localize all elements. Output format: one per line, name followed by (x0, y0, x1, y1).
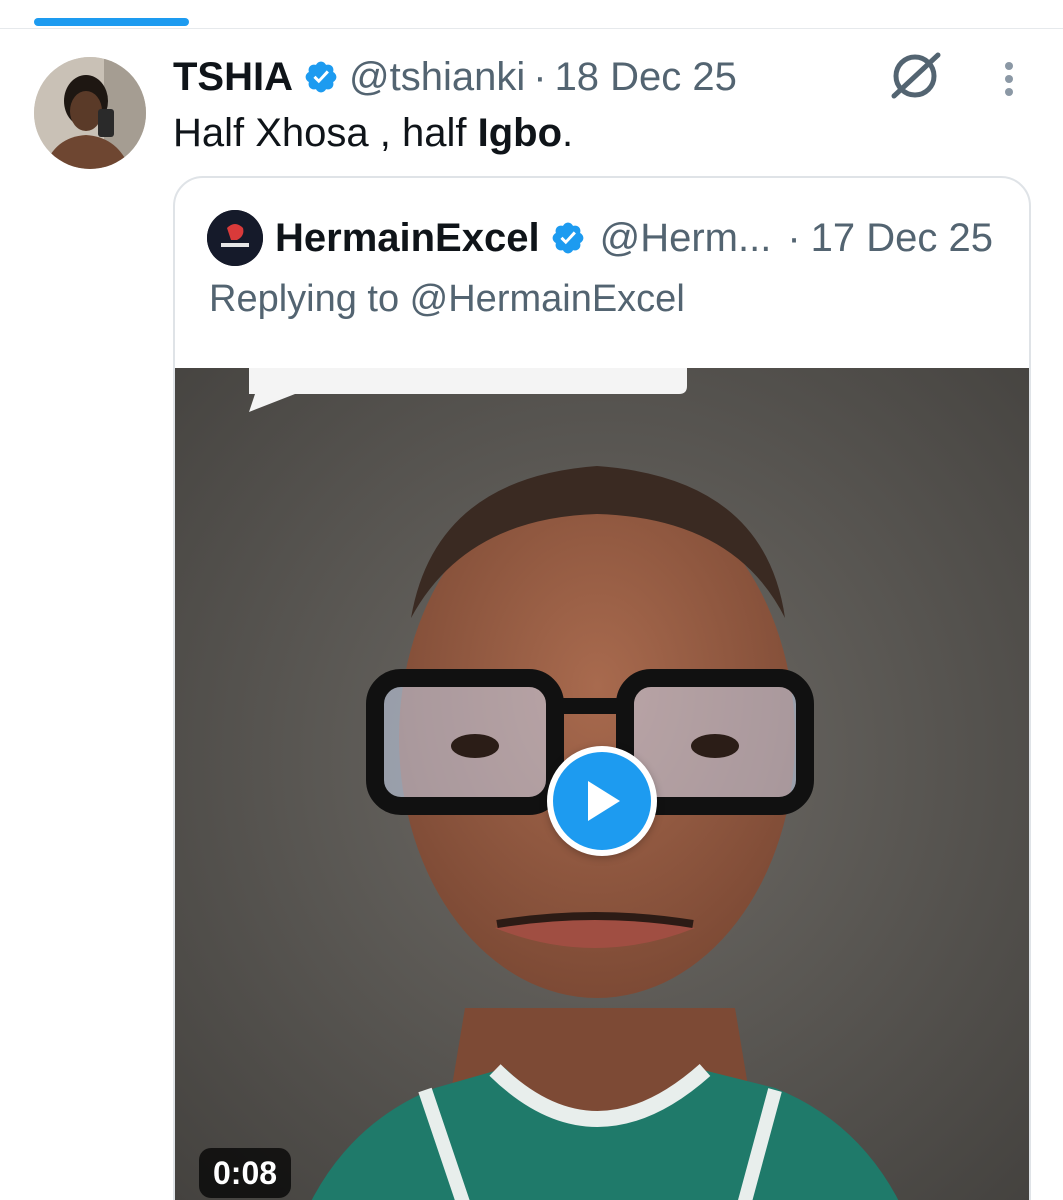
top-divider (0, 28, 1063, 29)
active-tab-indicator (34, 18, 189, 26)
tweet-header: TSHIA @tshianki · 18 Dec 25 (173, 52, 737, 102)
tweet-date[interactable]: 18 Dec 25 (555, 55, 737, 100)
quoted-author-avatar[interactable] (207, 210, 263, 266)
play-icon (588, 781, 620, 821)
more-vertical-icon[interactable] (995, 60, 1023, 100)
play-button[interactable] (547, 746, 657, 856)
grok-icon[interactable] (888, 50, 944, 102)
quoted-tweet-card[interactable]: HermainExcel @Herm... · 17 Dec 25 Replyi… (173, 176, 1031, 1200)
video-player[interactable]: 0:08 (175, 368, 1029, 1200)
quoted-tweet-header: HermainExcel @Herm... · 17 Dec 25 (207, 210, 993, 266)
quoted-header-separator: · (787, 215, 801, 260)
verified-badge-icon (550, 220, 586, 256)
tweet-text-part1: Half Xhosa , half (173, 111, 478, 155)
quoted-tweet-date[interactable]: 17 Dec 25 (811, 216, 993, 261)
tweet-text: Half Xhosa , half Igbo. (173, 108, 573, 158)
replying-to-label[interactable]: Replying to @HermainExcel (209, 278, 685, 321)
video-duration-badge: 0:08 (199, 1148, 292, 1198)
author-avatar[interactable] (34, 57, 146, 169)
author-handle[interactable]: @tshianki (349, 55, 525, 100)
header-separator: · (533, 54, 547, 99)
quoted-author-handle[interactable]: @Herm... (600, 216, 772, 261)
author-display-name[interactable]: TSHIA (173, 55, 293, 100)
tweet-text-part2: . (562, 111, 574, 155)
quoted-author-display-name[interactable]: HermainExcel (275, 216, 540, 261)
verified-badge-icon (303, 59, 339, 95)
tweet-text-bold: Igbo (477, 111, 563, 155)
